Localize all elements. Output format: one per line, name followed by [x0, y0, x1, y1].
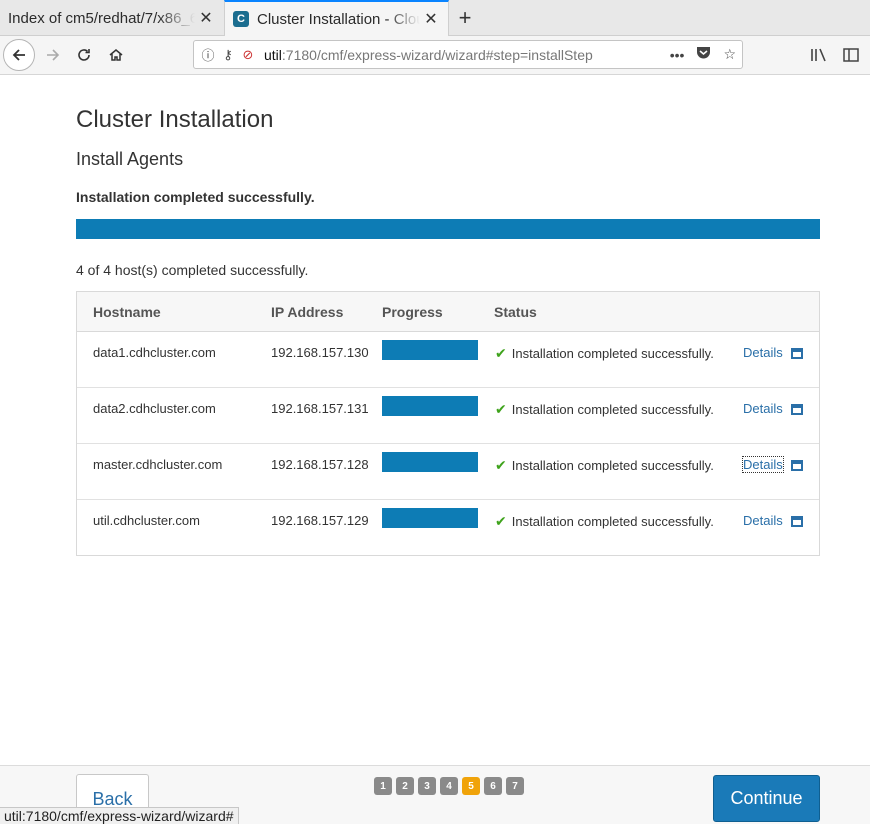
popup-window-icon[interactable]: [791, 460, 803, 471]
url-text: util:7180/cmf/express-wizard/wizard#step…: [264, 47, 593, 63]
tab-title: Cluster Installation - Cloudera Manager: [257, 10, 420, 28]
url-host: util: [264, 46, 282, 63]
header-progress: Progress: [382, 304, 443, 320]
bookmark-star-icon[interactable]: ☆: [723, 46, 736, 63]
wizard-step-4: 4: [440, 777, 458, 795]
host-progress-fill: [382, 340, 478, 360]
hostname-cell: data1.cdhcluster.com: [93, 345, 216, 360]
table-row: master.cdhcluster.com 192.168.157.128 ✔ Ins…: [77, 444, 819, 500]
status-text: Installation completed successfully.: [511, 458, 714, 473]
host-progress-fill: [382, 396, 478, 416]
table-row: data1.cdhcluster.com 192.168.157.130 ✔ Inst…: [77, 332, 819, 388]
wizard-step-1: 1: [374, 777, 392, 795]
checkmark-icon: ✔: [495, 401, 507, 417]
popup-window-icon[interactable]: [791, 348, 803, 359]
details-link[interactable]: Details: [742, 456, 784, 473]
table-header: Hostname IP Address Progress Status: [77, 292, 819, 332]
tab-close-icon[interactable]: ✕: [195, 8, 217, 28]
reload-icon[interactable]: [68, 39, 100, 71]
back-arrow-icon[interactable]: [3, 39, 35, 71]
wizard-step-indicator: 1234567: [374, 777, 524, 795]
continue-button[interactable]: Continue: [713, 775, 820, 822]
details-link[interactable]: Details: [743, 513, 783, 528]
overall-progress-fill: [76, 219, 820, 239]
header-status: Status: [494, 304, 537, 320]
cloudera-favicon-icon: C: [233, 11, 249, 27]
wizard-step-7: 7: [506, 777, 524, 795]
status-text: Installation completed successfully.: [511, 514, 714, 529]
tab-cluster-installation[interactable]: C Cluster Installation - Cloudera Manage…: [224, 0, 449, 36]
status-text: Installation completed successfully.: [511, 346, 714, 361]
status-text: Installation completed successfully.: [511, 402, 714, 417]
ip-address-cell: 192.168.157.128: [271, 457, 369, 472]
wizard-step-2: 2: [396, 777, 414, 795]
header-hostname: Hostname: [93, 304, 161, 320]
header-ip-address: IP Address: [271, 304, 344, 320]
checkmark-icon: ✔: [495, 345, 507, 361]
tab-title: Index of cm5/redhat/7/x86_64: [8, 9, 195, 27]
page-subtitle: Install Agents: [76, 149, 184, 169]
host-progress-bar: [382, 452, 478, 472]
checkmark-icon: ✔: [495, 513, 507, 529]
status-cell: ✔ Installation completed successfully.: [495, 457, 714, 474]
url-path: :7180/cmf/express-wizard/wizard#step=ins…: [281, 46, 593, 63]
host-progress-fill: [382, 508, 478, 528]
new-tab-plus-icon[interactable]: +: [452, 0, 478, 36]
hostname-cell: data2.cdhcluster.com: [93, 401, 216, 416]
url-actions: ••• ☆: [670, 41, 736, 68]
tab-index[interactable]: Index of cm5/redhat/7/x86_64 ✕: [0, 0, 223, 36]
table-row: data2.cdhcluster.com 192.168.157.131 ✔ Inst…: [77, 388, 819, 444]
info-icon[interactable]: ⓘ: [198, 45, 218, 64]
forward-arrow-icon[interactable]: [37, 39, 69, 71]
installation-status-message: Installation completed successfully.: [76, 189, 315, 205]
hosts-table: Hostname IP Address Progress Status data…: [76, 291, 820, 556]
status-cell: ✔ Installation completed successfully.: [495, 345, 714, 362]
status-bar-url: util:7180/cmf/express-wizard/wizard#: [0, 807, 239, 824]
key-icon[interactable]: ⚷: [218, 47, 238, 63]
sidebar-icon[interactable]: [843, 39, 859, 71]
url-bar[interactable]: ⓘ ⚷ ⊘ util:7180/cmf/express-wizard/wizar…: [193, 40, 743, 69]
host-progress-bar: [382, 340, 478, 360]
table-row: util.cdhcluster.com 192.168.157.129 ✔ Insta…: [77, 500, 819, 556]
insecure-lock-icon[interactable]: ⊘: [238, 47, 258, 63]
navigation-bar: ⓘ ⚷ ⊘ util:7180/cmf/express-wizard/wizar…: [0, 36, 870, 75]
details-link[interactable]: Details: [743, 401, 783, 416]
host-progress-bar: [382, 396, 478, 416]
hostname-cell: util.cdhcluster.com: [93, 513, 200, 528]
wizard-step-5: 5: [462, 777, 480, 795]
library-icon[interactable]: [810, 39, 828, 71]
status-cell: ✔ Installation completed successfully.: [495, 513, 714, 530]
home-icon[interactable]: [100, 39, 132, 71]
popup-window-icon[interactable]: [791, 404, 803, 415]
page-actions-icon[interactable]: •••: [670, 47, 685, 63]
host-summary: 4 of 4 host(s) completed successfully.: [76, 262, 309, 278]
tab-bar: Index of cm5/redhat/7/x86_64 ✕ C Cluster…: [0, 0, 870, 36]
page-title: Cluster Installation: [76, 106, 274, 133]
hostname-cell: master.cdhcluster.com: [93, 457, 223, 472]
overall-progress-bar: [76, 219, 820, 239]
tab-close-icon[interactable]: ✕: [420, 9, 442, 29]
checkmark-icon: ✔: [495, 457, 507, 473]
ip-address-cell: 192.168.157.131: [271, 401, 369, 416]
popup-window-icon[interactable]: [791, 516, 803, 527]
ip-address-cell: 192.168.157.129: [271, 513, 369, 528]
pocket-icon[interactable]: [696, 46, 711, 63]
host-progress-bar: [382, 508, 478, 528]
details-link[interactable]: Details: [743, 345, 783, 360]
wizard-step-6: 6: [484, 777, 502, 795]
wizard-step-3: 3: [418, 777, 436, 795]
status-cell: ✔ Installation completed successfully.: [495, 401, 714, 418]
ip-address-cell: 192.168.157.130: [271, 345, 369, 360]
host-progress-fill: [382, 452, 478, 472]
